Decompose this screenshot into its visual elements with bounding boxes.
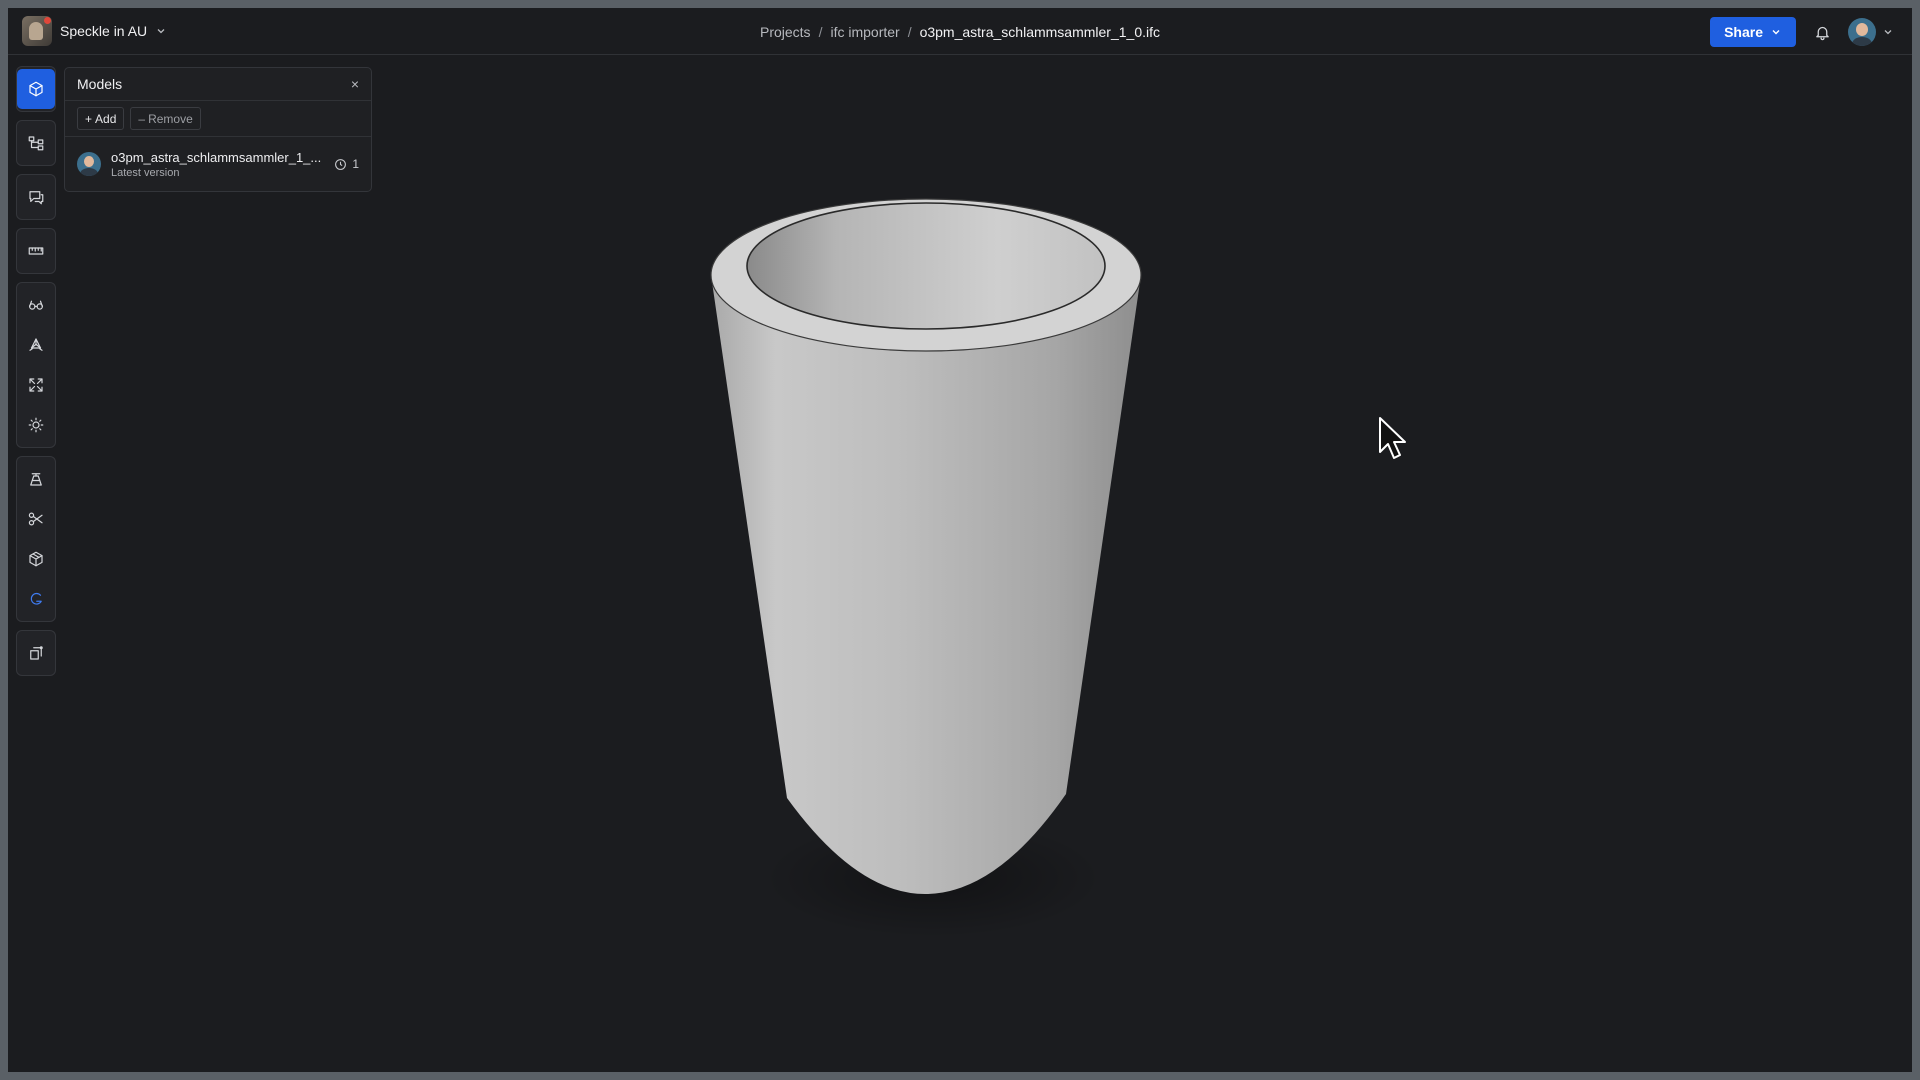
- section-box-button[interactable]: [17, 459, 55, 499]
- chevron-down-icon: [1884, 30, 1892, 35]
- viewer-toolbar: [16, 66, 56, 676]
- notifications-bell-icon[interactable]: [1812, 22, 1832, 42]
- top-bar: Speckle in AU Projects / ifc importer / …: [8, 8, 1912, 55]
- avatar: [1848, 18, 1876, 46]
- workspace-logo: [22, 16, 52, 46]
- light-icon: [28, 417, 44, 433]
- scene-explorer-icon: [28, 136, 44, 151]
- ifc-model-render[interactable]: [8, 56, 1912, 1072]
- section-box-icon: [30, 473, 42, 486]
- chevron-down-icon: [1772, 30, 1780, 35]
- zoom-extents-button[interactable]: [17, 365, 55, 405]
- add-model-button[interactable]: + Add: [77, 107, 125, 130]
- clock-icon: [335, 158, 347, 170]
- zoom-extents-icon: [29, 378, 43, 392]
- notification-dot: [44, 17, 51, 24]
- models-button[interactable]: [17, 69, 55, 109]
- share-label: Share: [1724, 24, 1763, 40]
- panel-title: Models: [77, 76, 123, 92]
- filter-icon: [30, 646, 43, 660]
- cylinder-body: [711, 275, 1141, 895]
- breadcrumb-separator: /: [907, 23, 912, 40]
- minus-icon: –: [138, 111, 146, 126]
- gendo-ai-icon: [30, 592, 42, 605]
- breadcrumb-project[interactable]: ifc importer: [830, 24, 899, 40]
- version-history[interactable]: 1: [334, 157, 359, 171]
- scene-explorer-button[interactable]: [17, 123, 55, 163]
- explode-button[interactable]: [17, 325, 55, 365]
- app-window: Speckle in AU Projects / ifc importer / …: [8, 8, 1912, 1072]
- add-label: Add: [95, 111, 117, 126]
- view-modes-button[interactable]: [17, 539, 55, 579]
- cylinder-opening: [746, 202, 1106, 330]
- models-icon: [29, 81, 43, 97]
- gendo-ai-button[interactable]: [17, 579, 55, 619]
- plus-icon: +: [85, 111, 93, 126]
- models-panel: Models × + Add – Remove o3pm_astra_schla…: [64, 67, 372, 192]
- mouse-pointer-icon: [1379, 417, 1406, 459]
- views-button[interactable]: [17, 285, 55, 325]
- breadcrumb: Projects / ifc importer / o3pm_astra_sch…: [8, 8, 1912, 55]
- views-icon: [29, 300, 43, 310]
- model-name: o3pm_astra_schlammsammler_1_...: [111, 149, 322, 165]
- share-button[interactable]: Share: [1710, 17, 1796, 47]
- avatar: [77, 152, 101, 176]
- version-count: 1: [352, 157, 359, 171]
- breadcrumb-separator: /: [818, 23, 823, 40]
- measure-icon: [28, 247, 44, 255]
- filter-button[interactable]: [17, 633, 55, 673]
- remove-model-button[interactable]: – Remove: [130, 107, 201, 130]
- clip-button[interactable]: [17, 499, 55, 539]
- light-button[interactable]: [17, 405, 55, 445]
- workspace-switcher[interactable]: Speckle in AU: [22, 16, 167, 46]
- breadcrumb-projects[interactable]: Projects: [760, 24, 811, 40]
- chevron-down-icon: [157, 29, 165, 34]
- close-icon[interactable]: ×: [351, 76, 359, 92]
- discussions-icon: [29, 191, 44, 205]
- 3d-viewport[interactable]: [8, 56, 1912, 1072]
- scissors-icon: [28, 512, 43, 526]
- remove-label: Remove: [148, 111, 193, 126]
- view-modes-icon: [29, 551, 43, 567]
- measure-button[interactable]: [17, 231, 55, 271]
- breadcrumb-current-model[interactable]: o3pm_astra_schlammsammler_1_0.ifc: [920, 24, 1160, 40]
- explode-icon: [29, 338, 43, 351]
- model-version-label: Latest version: [111, 166, 180, 179]
- model-list-item[interactable]: o3pm_astra_schlammsammler_1_... Latest v…: [65, 137, 371, 191]
- workspace-name: Speckle in AU: [60, 23, 148, 39]
- discussions-button[interactable]: [17, 177, 55, 217]
- user-menu[interactable]: [1848, 18, 1894, 46]
